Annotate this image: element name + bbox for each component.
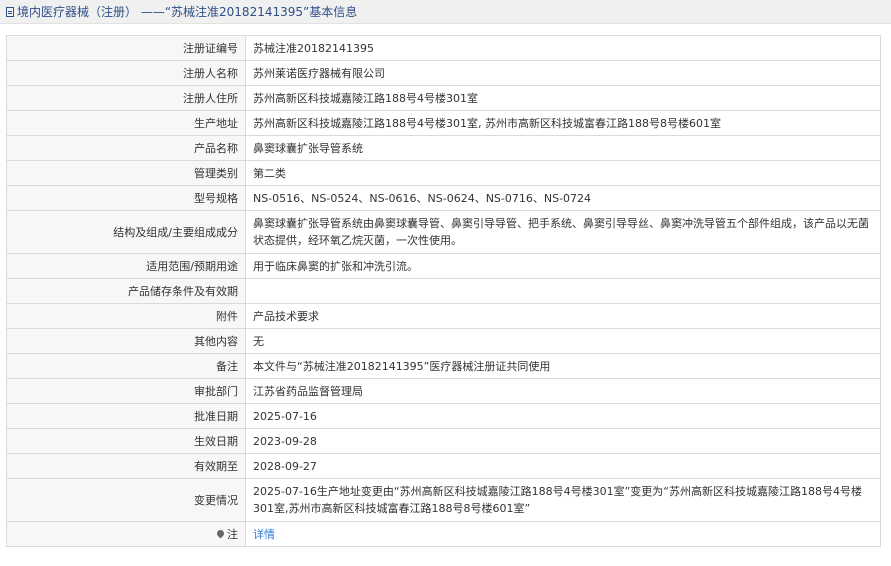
table-row: 产品储存条件及有效期 xyxy=(6,278,881,304)
table-row: 生效日期 2023-09-28 xyxy=(6,428,881,454)
page-header: 境内医疗器械（注册） ——“苏械注准20182141395”基本信息 xyxy=(0,0,891,24)
note-row: 注 详情 xyxy=(6,521,881,547)
row-value: 苏州高新区科技城嘉陵江路188号4号楼301室 xyxy=(245,85,881,111)
row-value: 2025-07-16 xyxy=(245,403,881,429)
row-label: 审批部门 xyxy=(6,378,246,404)
table-row: 管理类别 第二类 xyxy=(6,160,881,186)
row-label: 有效期至 xyxy=(6,453,246,479)
row-value: 鼻窦球囊扩张导管系统 xyxy=(245,135,881,161)
document-icon xyxy=(6,6,14,17)
row-label: 注册人住所 xyxy=(6,85,246,111)
table-row: 变更情况 2025-07-16生产地址变更由“苏州高新区科技城嘉陵江路188号4… xyxy=(6,478,881,522)
table-row: 适用范围/预期用途 用于临床鼻窦的扩张和冲洗引流。 xyxy=(6,253,881,279)
row-value: NS-0516、NS-0524、NS-0616、NS-0624、NS-0716、… xyxy=(245,185,881,211)
note-label-cell: 注 xyxy=(6,521,246,547)
row-value: 鼻窦球囊扩张导管系统由鼻窦球囊导管、鼻窦引导导管、把手系统、鼻窦引导导丝、鼻窦冲… xyxy=(245,210,881,254)
note-value: 详情 xyxy=(245,521,881,547)
row-label: 附件 xyxy=(6,303,246,329)
row-label: 适用范围/预期用途 xyxy=(6,253,246,279)
row-value: 江苏省药品监督管理局 xyxy=(245,378,881,404)
row-label: 产品储存条件及有效期 xyxy=(6,278,246,304)
table-row: 结构及组成/主要组成成分 鼻窦球囊扩张导管系统由鼻窦球囊导管、鼻窦引导导管、把手… xyxy=(6,210,881,254)
row-label: 生产地址 xyxy=(6,110,246,136)
row-value: 苏州高新区科技城嘉陵江路188号4号楼301室, 苏州市高新区科技城富春江路18… xyxy=(245,110,881,136)
info-table: 注册证编号 苏械注准20182141395 注册人名称 苏州莱诺医疗器械有限公司… xyxy=(6,35,881,547)
table-row: 产品名称 鼻窦球囊扩张导管系统 xyxy=(6,135,881,161)
row-label: 注册人名称 xyxy=(6,60,246,86)
table-row: 审批部门 江苏省药品监督管理局 xyxy=(6,378,881,404)
table-row: 注册人名称 苏州莱诺医疗器械有限公司 xyxy=(6,60,881,86)
row-label: 其他内容 xyxy=(6,328,246,354)
row-label: 批准日期 xyxy=(6,403,246,429)
row-value: 本文件与“苏械注准20182141395”医疗器械注册证共同使用 xyxy=(245,353,881,379)
table-row: 附件 产品技术要求 xyxy=(6,303,881,329)
row-value: 无 xyxy=(245,328,881,354)
table-row: 型号规格 NS-0516、NS-0524、NS-0616、NS-0624、NS-… xyxy=(6,185,881,211)
row-value: 产品技术要求 xyxy=(245,303,881,329)
row-label: 变更情况 xyxy=(6,478,246,522)
row-label: 产品名称 xyxy=(6,135,246,161)
row-label: 生效日期 xyxy=(6,428,246,454)
table-row: 生产地址 苏州高新区科技城嘉陵江路188号4号楼301室, 苏州市高新区科技城富… xyxy=(6,110,881,136)
row-value: 2028-09-27 xyxy=(245,453,881,479)
row-value: 2023-09-28 xyxy=(245,428,881,454)
table-row: 注册人住所 苏州高新区科技城嘉陵江路188号4号楼301室 xyxy=(6,85,881,111)
table-row: 其他内容 无 xyxy=(6,328,881,354)
row-value: 苏械注准20182141395 xyxy=(245,35,881,61)
row-label: 管理类别 xyxy=(6,160,246,186)
row-label: 型号规格 xyxy=(6,185,246,211)
note-label: 注 xyxy=(227,527,238,541)
row-label: 结构及组成/主要组成成分 xyxy=(6,210,246,254)
row-value: 第二类 xyxy=(245,160,881,186)
pin-icon xyxy=(215,528,226,538)
page-title: 境内医疗器械（注册） ——“苏械注准20182141395”基本信息 xyxy=(17,5,358,19)
table-row: 备注 本文件与“苏械注准20182141395”医疗器械注册证共同使用 xyxy=(6,353,881,379)
table-row: 有效期至 2028-09-27 xyxy=(6,453,881,479)
table-row: 注册证编号 苏械注准20182141395 xyxy=(6,35,881,61)
row-label: 注册证编号 xyxy=(6,35,246,61)
row-value: 用于临床鼻窦的扩张和冲洗引流。 xyxy=(245,253,881,279)
details-link[interactable]: 详情 xyxy=(253,528,275,541)
row-value xyxy=(245,278,881,304)
row-label: 备注 xyxy=(6,353,246,379)
row-value: 2025-07-16生产地址变更由“苏州高新区科技城嘉陵江路188号4号楼301… xyxy=(245,478,881,522)
row-value: 苏州莱诺医疗器械有限公司 xyxy=(245,60,881,86)
table-row: 批准日期 2025-07-16 xyxy=(6,403,881,429)
